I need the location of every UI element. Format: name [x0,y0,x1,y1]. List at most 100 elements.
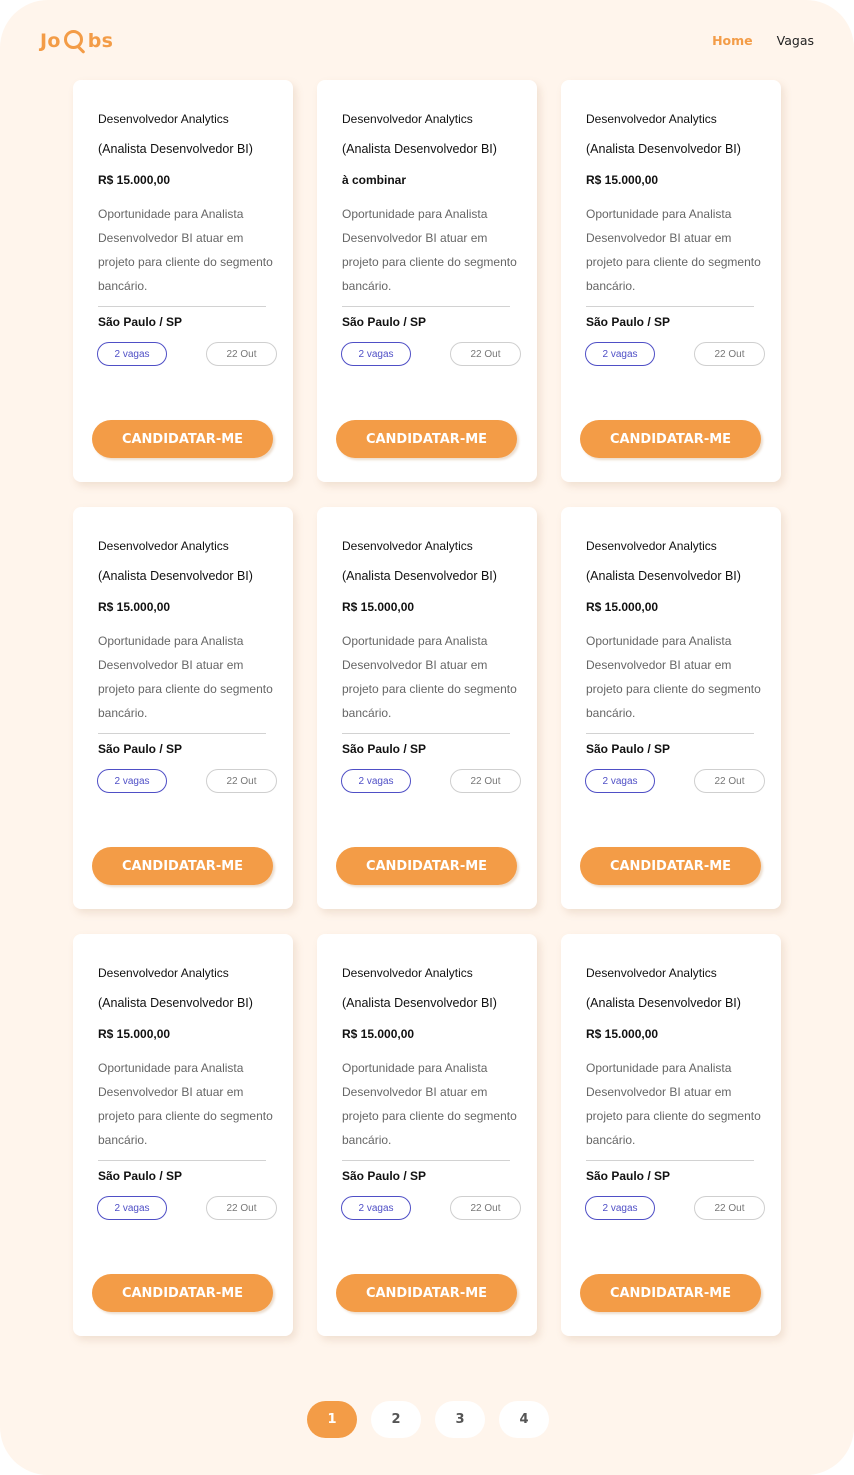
job-card: Desenvolvedor Analytics (Analista Desenvo… [317,507,537,909]
apply-button[interactable]: CANDIDATAR-ME [580,847,761,885]
openings-badge: 2 vagas [341,769,411,793]
card-divider [98,1160,266,1161]
job-description: Oportunidade para Analista Desenvolvedor… [342,1061,517,1147]
openings-badge: 2 vagas [585,1196,655,1220]
date-badge: 22 Out [694,1196,765,1220]
job-salary: R$ 15.000,00 [98,1027,171,1041]
pagination: 1 2 3 4 [307,1401,549,1438]
job-card: Desenvolvedor Analytics (Analista Desenvo… [317,934,537,1336]
card-divider [98,733,266,734]
page-background: Jo bs Home Vagas Desenvolvedor Analytics… [0,0,854,1475]
card-divider [586,1160,754,1161]
job-title: Desenvolvedor Analytics [98,539,229,553]
job-description: Oportunidade para Analista Desenvolvedor… [98,207,273,293]
job-subtitle: (Analista Desenvolvedor BI) [98,142,253,156]
card-divider [586,306,754,307]
card-divider [98,306,266,307]
job-location: São Paulo / SP [586,1169,671,1183]
job-salary: R$ 15.000,00 [586,1027,659,1041]
date-badge: 22 Out [694,769,765,793]
job-description: Oportunidade para Analista Desenvolvedor… [342,207,517,293]
date-badge: 22 Out [206,769,277,793]
job-subtitle: (Analista Desenvolvedor BI) [342,569,497,583]
openings-badge: 2 vagas [585,769,655,793]
apply-button[interactable]: CANDIDATAR-ME [336,420,517,458]
apply-button[interactable]: CANDIDATAR-ME [336,1274,517,1312]
job-description: Oportunidade para Analista Desenvolvedor… [342,634,517,720]
job-description: Oportunidade para Analista Desenvolvedor… [586,1061,761,1147]
job-location: São Paulo / SP [586,742,671,756]
card-divider [342,733,510,734]
job-description: Oportunidade para Analista Desenvolvedor… [98,1061,273,1147]
job-subtitle: (Analista Desenvolvedor BI) [98,996,253,1010]
job-subtitle: (Analista Desenvolvedor BI) [342,142,497,156]
job-salary: R$ 15.000,00 [98,600,171,614]
logo[interactable]: Jo bs [40,26,113,56]
job-subtitle: (Analista Desenvolvedor BI) [342,996,497,1010]
date-badge: 22 Out [450,1196,521,1220]
job-salary: R$ 15.000,00 [586,173,659,187]
job-title: Desenvolvedor Analytics [342,112,473,126]
openings-badge: 2 vagas [341,342,411,366]
job-card: Desenvolvedor Analytics (Analista Desenvo… [73,507,293,909]
date-badge: 22 Out [450,342,521,366]
date-badge: 22 Out [206,342,277,366]
job-salary: R$ 15.000,00 [98,173,171,187]
job-subtitle: (Analista Desenvolvedor BI) [98,569,253,583]
job-location: São Paulo / SP [342,742,427,756]
date-badge: 22 Out [450,769,521,793]
apply-button[interactable]: CANDIDATAR-ME [580,420,761,458]
card-divider [342,306,510,307]
openings-badge: 2 vagas [97,342,167,366]
job-title: Desenvolvedor Analytics [98,966,229,980]
job-card: Desenvolvedor Analytics (Analista Desenvo… [561,80,781,482]
job-salary: R$ 15.000,00 [586,600,659,614]
card-divider [586,733,754,734]
job-subtitle: (Analista Desenvolvedor BI) [586,569,741,583]
apply-button[interactable]: CANDIDATAR-ME [92,1274,273,1312]
apply-button[interactable]: CANDIDATAR-ME [92,420,273,458]
job-location: São Paulo / SP [98,315,183,329]
job-location: São Paulo / SP [342,1169,427,1183]
job-title: Desenvolvedor Analytics [342,539,473,553]
apply-button[interactable]: CANDIDATAR-ME [92,847,273,885]
job-subtitle: (Analista Desenvolvedor BI) [586,996,741,1010]
job-location: São Paulo / SP [342,315,427,329]
openings-badge: 2 vagas [97,1196,167,1220]
job-location: São Paulo / SP [586,315,671,329]
page-button-2[interactable]: 2 [371,1401,421,1438]
page-button-4[interactable]: 4 [499,1401,549,1438]
card-divider [342,1160,510,1161]
openings-badge: 2 vagas [585,342,655,366]
page-button-1[interactable]: 1 [307,1401,357,1438]
date-badge: 22 Out [694,342,765,366]
openings-badge: 2 vagas [341,1196,411,1220]
apply-button[interactable]: CANDIDATAR-ME [580,1274,761,1312]
job-description: Oportunidade para Analista Desenvolvedor… [586,634,761,720]
job-card: Desenvolvedor Analytics (Analista Desenvo… [561,507,781,909]
job-description: Oportunidade para Analista Desenvolvedor… [98,634,273,720]
job-title: Desenvolvedor Analytics [586,539,717,553]
magnifier-icon [63,28,87,54]
job-card: Desenvolvedor Analytics (Analista Desenvo… [73,80,293,482]
job-title: Desenvolvedor Analytics [342,966,473,980]
job-subtitle: (Analista Desenvolvedor BI) [586,142,741,156]
job-title: Desenvolvedor Analytics [98,112,229,126]
logo-suffix: bs [87,30,114,52]
job-salary: à combinar [342,173,407,187]
job-title: Desenvolvedor Analytics [586,966,717,980]
date-badge: 22 Out [206,1196,277,1220]
nav-vagas[interactable]: Vagas [777,33,814,48]
nav-home[interactable]: Home [712,33,753,48]
apply-button[interactable]: CANDIDATAR-ME [336,847,517,885]
page-button-3[interactable]: 3 [435,1401,485,1438]
job-location: São Paulo / SP [98,1169,183,1183]
job-card: Desenvolvedor Analytics (Analista Desenvo… [561,934,781,1336]
job-location: São Paulo / SP [98,742,183,756]
job-salary: R$ 15.000,00 [342,1027,415,1041]
job-description: Oportunidade para Analista Desenvolvedor… [586,207,761,293]
job-card: Desenvolvedor Analytics (Analista Desenvo… [317,80,537,482]
job-salary: R$ 15.000,00 [342,600,415,614]
top-nav: Home Vagas [712,33,814,48]
job-card: Desenvolvedor Analytics (Analista Desenvo… [73,934,293,1336]
